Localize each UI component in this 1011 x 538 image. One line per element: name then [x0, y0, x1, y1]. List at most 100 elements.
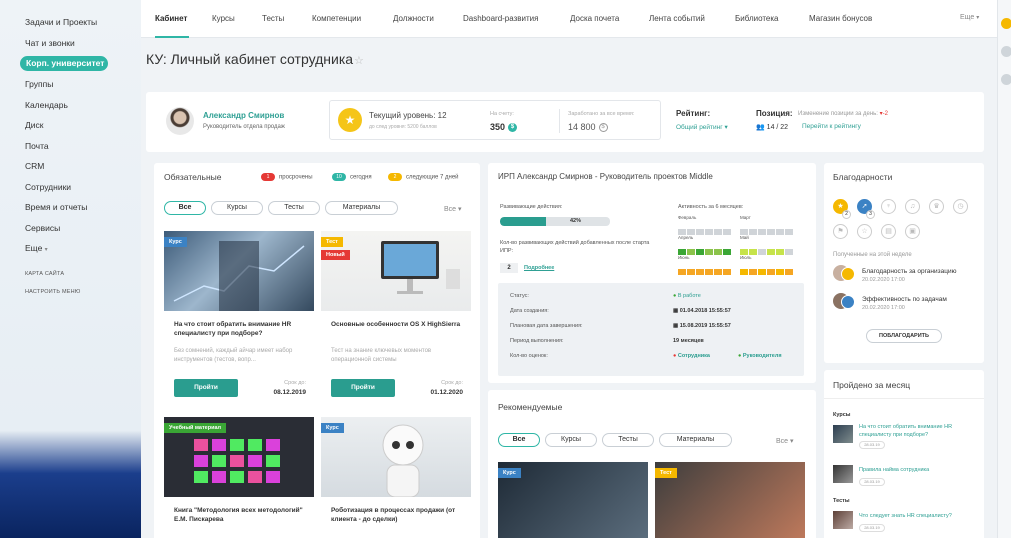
filter-tests[interactable]: Тесты	[268, 201, 320, 215]
test-tile[interactable]: Тест Новый Основные особенности OS X Hig…	[321, 231, 471, 406]
tab-dashboard[interactable]: Dashboard-развития	[463, 14, 538, 23]
sitemap-link[interactable]: КАРТА САЙТА	[0, 265, 140, 283]
details-link[interactable]: Подробнее	[524, 265, 554, 271]
star-icon[interactable]: ☆	[354, 54, 364, 67]
tab-courses[interactable]: Курсы	[212, 14, 235, 23]
sidebar-item-time-reports[interactable]: Время и отчеты	[0, 197, 140, 218]
filter-all[interactable]: Все	[164, 201, 206, 215]
earned-label: Заработано за все время:	[568, 111, 635, 117]
passed-item-title[interactable]: На что стоит обратить внимание HR специа…	[859, 423, 977, 439]
tile-title[interactable]: Роботизация в процессах продажи (от клие…	[331, 506, 463, 524]
sidebar-item-employees[interactable]: Сотрудники	[0, 177, 140, 198]
sidebar: Задачи и Проекты Чат и звонки Корп. унив…	[0, 0, 140, 320]
sidebar-item-disk[interactable]: Диск	[0, 115, 140, 136]
people-icon: 👥	[756, 124, 765, 131]
ipr-title: ИРП Александр Смирнов - Руководитель про…	[498, 172, 713, 181]
filter-courses[interactable]: Курсы	[211, 201, 263, 215]
tab-library[interactable]: Библиотека	[735, 14, 779, 23]
tag-course: Курс	[321, 423, 344, 433]
rating-employee[interactable]: ● Сотрудника	[673, 353, 710, 359]
filter-dropdown[interactable]: Все ▾	[444, 205, 462, 213]
award-count: 2	[842, 210, 851, 219]
tab-tests[interactable]: Тесты	[262, 14, 284, 23]
activity-cell	[696, 249, 704, 255]
start-button[interactable]: Пройти	[174, 379, 238, 397]
filter-all[interactable]: Все	[498, 433, 540, 447]
tile-title[interactable]: Основные особенности OS X HighSierra	[331, 320, 463, 329]
tab-cabinet[interactable]: Кабинет	[155, 14, 187, 23]
thanks-item-title[interactable]: Благодарность за организацию	[862, 268, 977, 275]
position-number: 14 / 22	[766, 124, 789, 131]
employee-name[interactable]: Александр Смирнов	[203, 111, 284, 120]
flag-icon[interactable]: ⚑	[833, 224, 848, 239]
passed-item-title[interactable]: Правила найма сотрудника	[859, 466, 977, 474]
tab-positions[interactable]: Должности	[393, 14, 434, 23]
employee-role: Руководитель отдела продаж	[203, 124, 285, 130]
balance-amount: 350	[490, 122, 506, 132]
sidebar-item-chat[interactable]: Чат и звонки	[0, 33, 140, 54]
bell-icon[interactable]: ♫	[905, 199, 920, 214]
settings-icon[interactable]	[1001, 46, 1011, 57]
sidebar-item-tasks[interactable]: Задачи и Проекты	[0, 12, 140, 33]
filter-dropdown[interactable]: Все ▾	[776, 437, 794, 445]
position-change-label: Изменение позиции за день:	[798, 111, 878, 117]
courses-section-label: Курсы	[833, 412, 851, 418]
tab-honor-board[interactable]: Доска почета	[570, 14, 619, 23]
activity-cell	[723, 269, 731, 275]
activity-month-label: Февраль	[678, 215, 697, 220]
recommended-tile[interactable]: Тест	[655, 462, 805, 538]
course-tile[interactable]: Курс На что стоит обратить внимание HR с…	[164, 231, 314, 406]
sidebar-item-more[interactable]: Еще ▾	[0, 238, 140, 259]
cup-icon[interactable]: ♆	[881, 199, 896, 214]
activity-cell	[758, 229, 766, 235]
rating-dropdown[interactable]: Общий рейтинг ▾	[676, 123, 728, 131]
activity-label: Активность за 6 месяцев:	[678, 204, 744, 210]
sidebar-item-groups[interactable]: Группы	[0, 74, 140, 95]
chevron-down-icon: ▾	[790, 438, 794, 445]
wallet-icon[interactable]: ▣	[905, 224, 920, 239]
activity-cell	[714, 249, 722, 255]
goto-rating-link[interactable]: Перейти к рейтингу	[802, 123, 861, 130]
added-count: 2	[500, 263, 518, 273]
passed-item-title[interactable]: Что следует знать HR специалисту?	[859, 512, 977, 520]
rating-manager[interactable]: ● Руководителя	[738, 353, 782, 359]
sidebar-item-services[interactable]: Сервисы	[0, 218, 140, 239]
sidebar-item-corp-university[interactable]: Корп. университет	[20, 56, 108, 71]
start-button[interactable]: Пройти	[331, 379, 395, 397]
tab-competencies[interactable]: Компетенции	[312, 14, 361, 23]
thank-button[interactable]: ПОБЛАГОДАРИТЬ	[866, 329, 942, 343]
ratings-count-label: Кол-во оценок:	[510, 353, 548, 359]
tab-bonus-shop[interactable]: Магазин бонусов	[809, 14, 872, 23]
rating-manager-text: Руководителя	[742, 353, 782, 359]
tag-material: Учебный материал	[164, 423, 227, 433]
tab-more[interactable]: Еще ▾	[960, 14, 979, 21]
clock-icon[interactable]: ◷	[953, 199, 968, 214]
level-title: Текущий уровень: 12	[369, 111, 447, 120]
sidebar-item-crm[interactable]: CRM	[0, 156, 140, 177]
filter-tests[interactable]: Тесты	[602, 433, 654, 447]
divider	[559, 109, 560, 133]
sidebar-item-mail[interactable]: Почта	[0, 136, 140, 157]
material-tile[interactable]: Учебный материал Книга "Методология всех…	[164, 417, 314, 538]
star-outline-icon[interactable]: ☆	[857, 224, 872, 239]
chevron-down-icon: ▾	[724, 124, 728, 131]
sidebar-item-calendar[interactable]: Календарь	[0, 95, 140, 116]
profile-card: Александр Смирнов Руководитель отдела пр…	[146, 92, 984, 152]
course-tile[interactable]: Курс Роботизация в процессах продажи (от…	[321, 417, 471, 538]
tile-title[interactable]: На что стоит обратить внимание HR специа…	[174, 320, 306, 338]
activity-cell	[705, 269, 713, 275]
crown-icon[interactable]: ♛	[929, 199, 944, 214]
configure-menu-link[interactable]: НАСТРОИТЬ МЕНЮ	[0, 283, 140, 301]
tab-events-feed[interactable]: Лента событий	[649, 14, 705, 23]
search-icon[interactable]	[1001, 74, 1011, 85]
book-icon[interactable]: ▤	[881, 224, 896, 239]
tile-title[interactable]: Книга "Методология всех методологий" Е.М…	[174, 506, 306, 524]
recommended-panel: Рекомендуемые Все Курсы Тесты Материалы …	[488, 390, 816, 538]
recommended-tile[interactable]: Курс	[498, 462, 648, 538]
avatar[interactable]	[166, 107, 194, 135]
filter-courses[interactable]: Курсы	[545, 433, 597, 447]
notification-icon[interactable]	[1001, 18, 1011, 29]
filter-materials[interactable]: Материалы	[325, 201, 398, 215]
filter-materials[interactable]: Материалы	[659, 433, 732, 447]
thanks-item-title[interactable]: Эффективность по задачам	[862, 296, 947, 303]
